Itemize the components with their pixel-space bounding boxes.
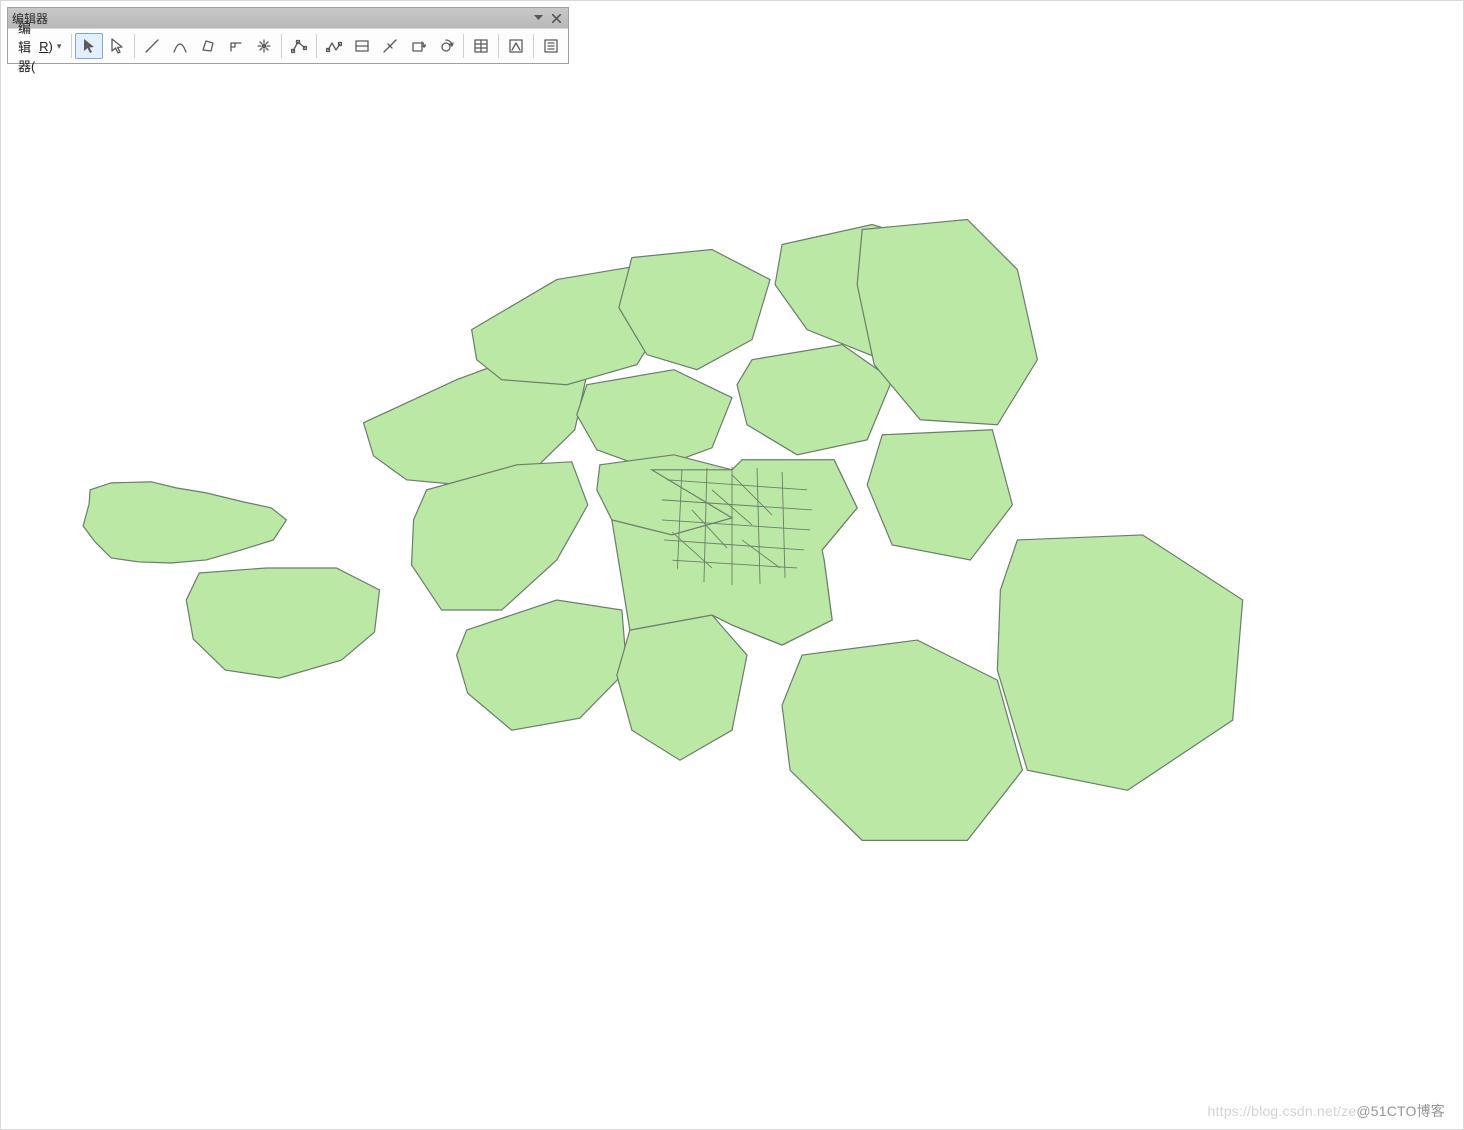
toolbar-close-button[interactable] [548, 11, 564, 25]
district-polygon[interactable] [617, 615, 747, 760]
edit-vertices-icon [291, 38, 307, 54]
rotate-icon [410, 38, 426, 54]
cut-polygons[interactable] [348, 33, 376, 59]
toolbar-options-button[interactable] [530, 11, 546, 25]
separator [533, 34, 534, 58]
reshape-feature[interactable] [320, 33, 348, 59]
district-polygon[interactable] [577, 370, 732, 470]
split-tool[interactable] [376, 33, 404, 59]
node-icon [256, 38, 272, 54]
map-svg [11, 61, 1453, 1119]
cursor-solid-icon [82, 38, 96, 54]
create-features-icon [543, 38, 559, 54]
edit-tool[interactable] [75, 33, 103, 59]
watermark-faint: https://blog.csdn.net/ze [1208, 1103, 1357, 1119]
split-icon [382, 38, 398, 54]
district-polygon[interactable] [737, 345, 892, 455]
rotate-point[interactable] [432, 33, 460, 59]
create-features[interactable] [537, 33, 565, 59]
sketch-props-icon [508, 38, 524, 54]
district-polygon[interactable] [997, 535, 1242, 790]
district-polygon[interactable] [867, 430, 1012, 560]
district-polygon[interactable] [457, 600, 627, 730]
district-polygon[interactable] [83, 482, 286, 563]
editor-menu-label-suffix: ) [48, 39, 52, 54]
cut-poly-icon [354, 38, 370, 54]
separator [316, 34, 317, 58]
watermark: https://blog.csdn.net/ze@51CTO博客 [1208, 1101, 1445, 1121]
point[interactable] [250, 33, 278, 59]
polygon-outline-icon [200, 38, 216, 54]
toolbar-titlebar[interactable]: 编辑器 [8, 8, 568, 28]
end-point-arc-segment[interactable] [166, 33, 194, 59]
separator [463, 34, 464, 58]
separator [71, 34, 72, 58]
rotate-node-icon [438, 38, 454, 54]
district-polygon[interactable] [782, 640, 1022, 840]
rotate-tool[interactable] [404, 33, 432, 59]
editor-toolbar-window: 编辑器 编辑器(R) ▾ [7, 7, 569, 64]
arc-icon [172, 38, 188, 54]
separator [134, 34, 135, 58]
edit-annotation-tool[interactable] [103, 33, 131, 59]
attributes[interactable] [467, 33, 495, 59]
reshape-icon [326, 38, 342, 54]
district-polygon[interactable] [186, 568, 379, 678]
map-canvas[interactable] [11, 61, 1453, 1119]
straight-segment[interactable] [138, 33, 166, 59]
line-icon [144, 38, 160, 54]
close-icon [552, 14, 561, 23]
editor-menu-button[interactable]: 编辑器(R) ▾ [11, 33, 68, 59]
separator [281, 34, 282, 58]
sketch-properties[interactable] [502, 33, 530, 59]
editor-menu-accel: R [39, 39, 48, 54]
edit-vertices[interactable] [285, 33, 313, 59]
caret-down-icon: ▾ [57, 41, 62, 52]
watermark-dark: @51CTO博客 [1356, 1103, 1445, 1119]
right-angle[interactable] [222, 33, 250, 59]
chevron-down-icon [534, 15, 543, 21]
trace[interactable] [194, 33, 222, 59]
corner-icon [228, 38, 244, 54]
editor-toolbar: 编辑器(R) ▾ [8, 28, 568, 63]
tools-host [75, 33, 565, 59]
district-polygon[interactable] [412, 462, 588, 610]
separator [498, 34, 499, 58]
attributes-icon [473, 38, 489, 54]
cursor-outline-icon [110, 38, 124, 54]
app-frame: 编辑器 编辑器(R) ▾ https://blog.csdn.net/ze@51… [0, 0, 1464, 1130]
